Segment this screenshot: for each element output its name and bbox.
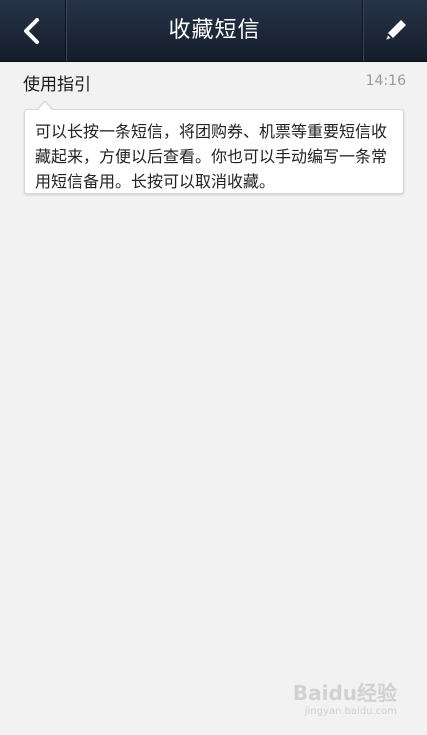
page-title: 收藏短信 bbox=[168, 18, 261, 43]
chevron-left-icon bbox=[24, 18, 39, 44]
compose-button[interactable] bbox=[362, 0, 427, 61]
watermark-url: jingyan.baidu.com bbox=[304, 706, 397, 717]
message-time: 14:16 bbox=[365, 73, 406, 89]
favorite-message-item[interactable]: 使用指引 14:16 可以长按一条短信，将团购券、机票等重要短信收藏起来，方便以… bbox=[0, 62, 427, 202]
message-body: 可以长按一条短信，将团购券、机票等重要短信收藏起来，方便以后查看。你也可以手动编… bbox=[35, 122, 388, 191]
message-bubble[interactable]: 可以长按一条短信，将团购券、机票等重要短信收藏起来，方便以后查看。你也可以手动编… bbox=[24, 109, 404, 194]
message-sender: 使用指引 bbox=[23, 75, 91, 95]
watermark-logo: Baidu经验 jingyan.baidu.com bbox=[293, 677, 397, 717]
watermark-brand: Baidu经验 bbox=[292, 681, 397, 705]
title-bar: 收藏短信 bbox=[0, 0, 427, 62]
back-button[interactable] bbox=[0, 0, 67, 61]
pencil-icon bbox=[386, 20, 406, 40]
bubble-tail-inner bbox=[37, 102, 53, 111]
